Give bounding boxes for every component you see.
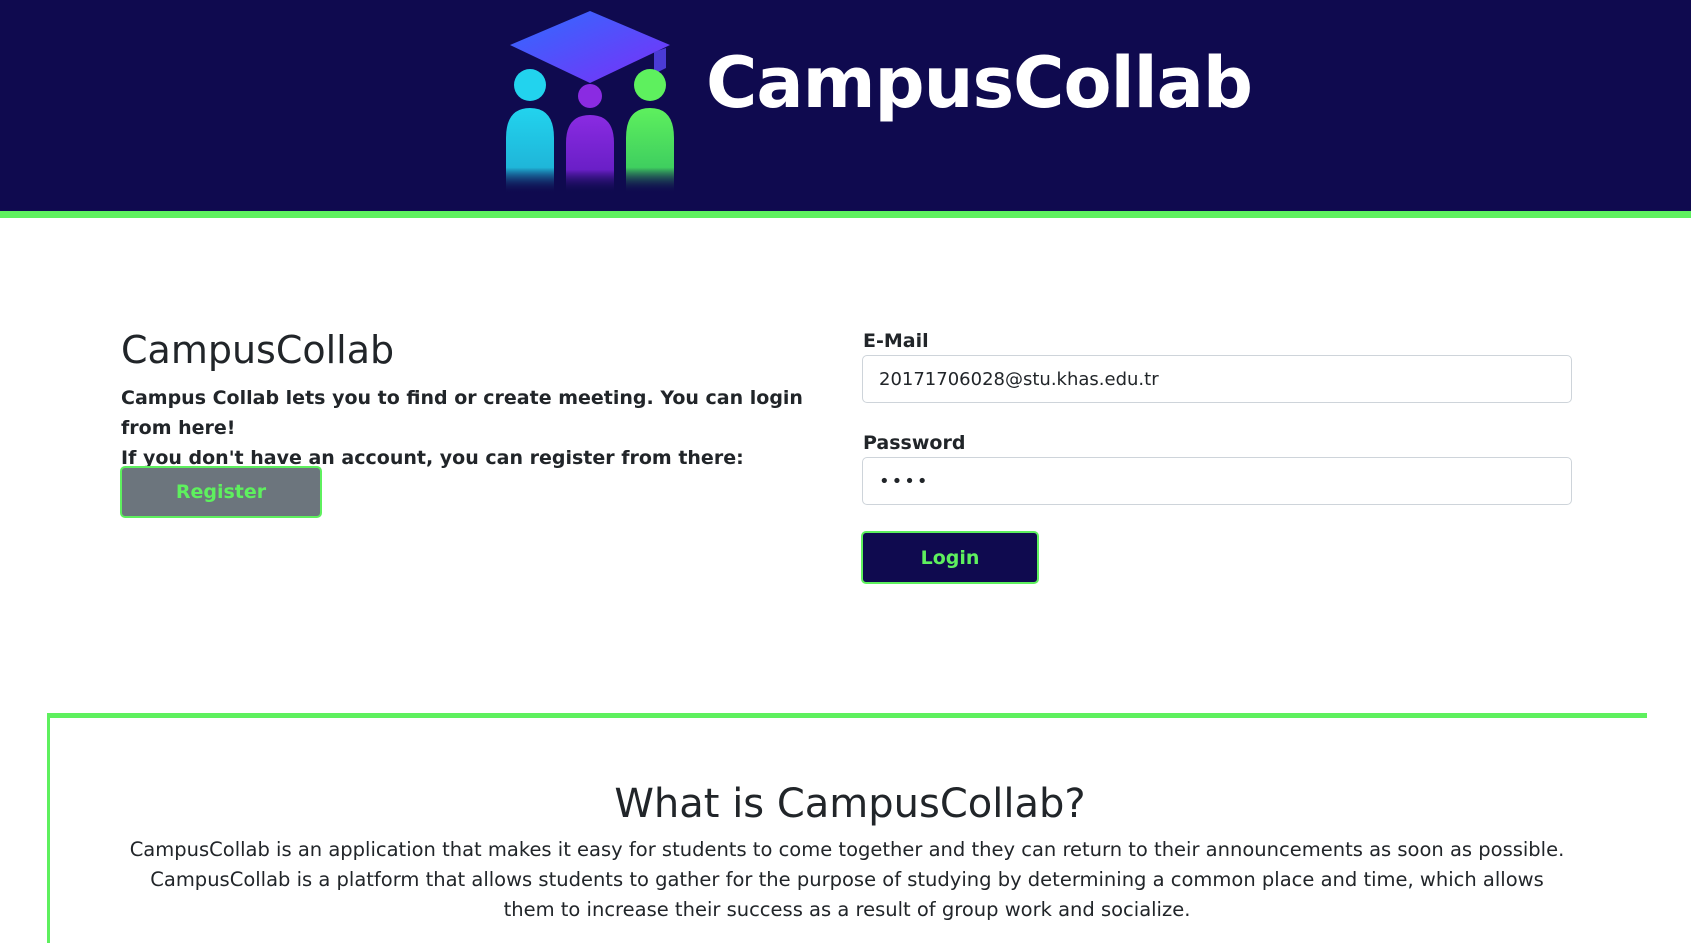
register-button[interactable]: Register — [120, 466, 322, 518]
about-text: CampusCollab is an application that make… — [129, 838, 1565, 921]
email-label: E-Mail — [863, 330, 929, 352]
site-header: CampusCollab — [0, 0, 1691, 218]
password-label: Password — [863, 432, 966, 454]
about-title: What is CampusCollab? — [614, 781, 1086, 827]
intro-title: CampusCollab — [121, 328, 395, 372]
about-section: What is CampusCollab? CampusCollab is an… — [47, 713, 1647, 943]
login-button[interactable]: Login — [861, 531, 1039, 584]
graduation-cap-students-icon — [506, 11, 674, 193]
brand-name: CampusCollab — [706, 42, 1253, 124]
email-field[interactable] — [862, 355, 1572, 403]
intro-text: Campus Collab lets you to find or create… — [121, 383, 841, 473]
intro-line-1: Campus Collab lets you to find or create… — [121, 387, 803, 439]
password-field[interactable] — [862, 457, 1572, 505]
